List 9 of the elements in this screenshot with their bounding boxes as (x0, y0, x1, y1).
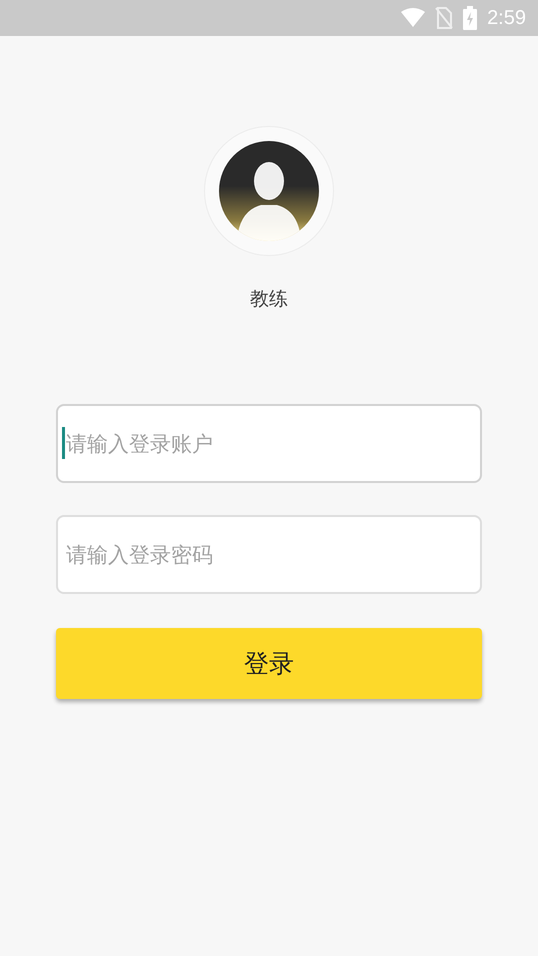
wifi-icon (401, 8, 426, 28)
no-sim-icon (435, 7, 454, 29)
input-field[interactable]: 请输入登录账户 (56, 404, 482, 483)
role-label: 教练 (250, 287, 288, 312)
login-button[interactable]: 登录 (56, 628, 482, 699)
battery-icon (463, 6, 478, 30)
text-cursor (62, 427, 65, 459)
avatar-icon (219, 141, 319, 241)
input-field[interactable]: 请输入登录密码 (56, 515, 482, 594)
